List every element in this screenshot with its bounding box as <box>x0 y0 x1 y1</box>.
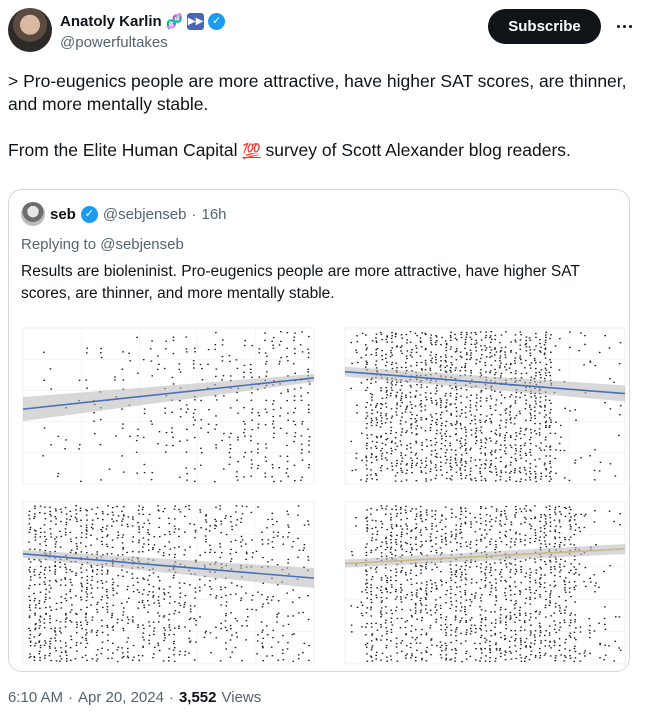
tweet-date[interactable]: Apr 20, 2024 <box>78 689 164 706</box>
views-label: Views <box>221 689 262 706</box>
scatterplot-panel-1[interactable] <box>9 322 318 492</box>
quoted-header: seb ✓ @sebjenseb · 16h <box>21 202 227 226</box>
quoted-author-name[interactable]: seb <box>50 206 76 223</box>
separator-dot: · <box>168 689 174 706</box>
subscribe-button[interactable]: Subscribe <box>488 9 601 44</box>
views-count: 3,552 <box>178 689 217 706</box>
dna-icon: 🧬 <box>165 12 184 29</box>
quoted-time[interactable]: 16h <box>201 206 226 223</box>
quoted-tweet[interactable]: seb ✓ @sebjenseb · 16h Replying to @sebj… <box>8 189 630 672</box>
tweet-footer: 6:10 AM · Apr 20, 2024 · 3,552 Views <box>8 689 261 706</box>
scatterplot-panel-4[interactable] <box>331 496 629 671</box>
scatterplot-3-graphic <box>22 501 315 665</box>
hundred-points-emoji: 💯 <box>242 143 261 160</box>
scatterplot-panel-2[interactable] <box>331 322 629 492</box>
quoted-avatar[interactable] <box>21 202 45 226</box>
tweet-header: Anatoly Karlin 🧬 ▶▶ ✓ @powerfultakes Sub… <box>8 8 654 58</box>
scatterplot-image-grid[interactable] <box>9 322 629 671</box>
tweet-line-2: From the Elite Human Capital 💯 survey of… <box>8 139 638 163</box>
verified-icon: ✓ <box>80 205 98 223</box>
scatterplot-1-graphic <box>22 327 315 485</box>
author-avatar[interactable] <box>8 8 52 52</box>
author-name[interactable]: Anatoly Karlin <box>60 13 162 30</box>
tweet-line-2-end: survey of Scott Alexander blog readers. <box>260 140 571 160</box>
author-handle[interactable]: @powerfultakes <box>60 34 168 51</box>
tweet-time[interactable]: 6:10 AM <box>8 689 63 706</box>
more-options-icon[interactable] <box>612 14 636 38</box>
separator-dot: · <box>68 689 74 706</box>
replying-to: Replying to @sebjenseb <box>21 236 184 253</box>
scatterplot-2-graphic <box>344 327 626 485</box>
fast-forward-icon: ▶▶ <box>187 12 205 30</box>
author-name-row: Anatoly Karlin 🧬 ▶▶ ✓ <box>60 10 226 32</box>
tweet-line-2-start: From the Elite Human Capital <box>8 140 243 160</box>
quoted-text: Results are bioleninist. Pro-eugenics pe… <box>21 263 580 302</box>
separator-dot: · <box>191 205 197 223</box>
scatterplot-panel-3[interactable] <box>9 496 318 671</box>
quoted-author-handle[interactable]: @sebjenseb <box>103 206 187 223</box>
scatterplot-4-graphic <box>344 501 626 665</box>
tweet-text: > Pro-eugenics people are more attractiv… <box>8 70 638 163</box>
verified-icon: ✓ <box>208 12 226 30</box>
tweet-line-1: > Pro-eugenics people are more attractiv… <box>8 71 627 114</box>
